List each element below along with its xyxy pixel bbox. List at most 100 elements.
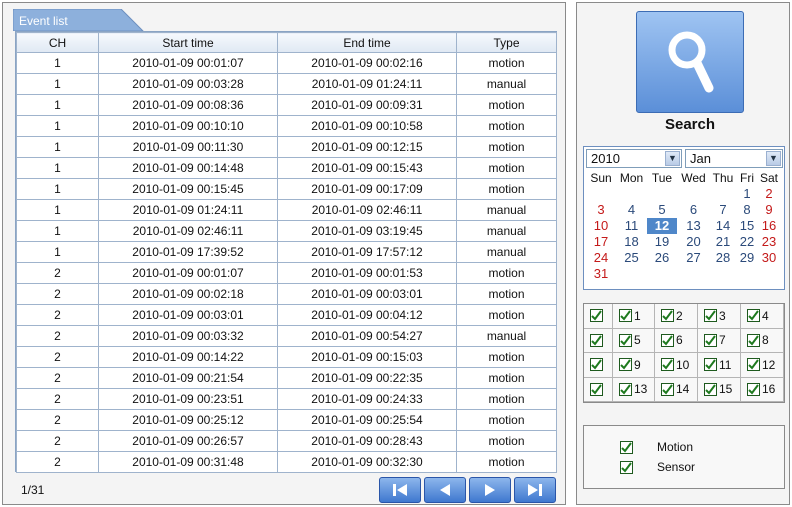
calendar-day[interactable]: 27 (677, 250, 710, 266)
channel-toggle[interactable]: 4 (741, 304, 784, 329)
channel-toggle[interactable]: 15 (698, 377, 741, 402)
channel-toggle[interactable]: 7 (698, 328, 741, 353)
calendar-day[interactable]: 13 (677, 218, 710, 234)
channel-checkbox[interactable] (661, 309, 674, 323)
calendar-day[interactable]: 10 (586, 218, 616, 234)
calendar-day[interactable]: 28 (710, 250, 736, 266)
channel-checkbox[interactable] (619, 382, 632, 396)
channel-checkbox[interactable] (704, 309, 717, 323)
last-page-button[interactable] (514, 477, 556, 503)
table-row[interactable]: 2 2010-01-09 00:21:54 2010-01-09 00:22:35 m… (16, 367, 557, 389)
calendar-day[interactable]: 12 (647, 218, 677, 234)
column-header-end-time[interactable]: End time (277, 32, 457, 53)
column-header-type[interactable]: Type (456, 32, 557, 53)
year-select[interactable]: 2010 ▼ (586, 149, 682, 168)
channel-checkbox[interactable] (747, 382, 760, 396)
channel-checkbox[interactable] (747, 358, 760, 372)
channel-toggle[interactable]: 6 (655, 328, 698, 353)
previous-page-button[interactable] (424, 477, 466, 503)
motion-checkbox[interactable] (620, 440, 633, 454)
row-select-all-checkbox[interactable] (590, 382, 603, 396)
table-row[interactable]: 1 2010-01-09 00:11:30 2010-01-09 00:12:15 m… (16, 136, 557, 158)
table-row[interactable]: 2 2010-01-09 00:02:18 2010-01-09 00:03:01 m… (16, 283, 557, 305)
calendar-day[interactable]: 5 (647, 202, 677, 218)
row-select-all[interactable] (584, 328, 613, 353)
tab-event-list[interactable]: Event list (13, 9, 145, 31)
month-select[interactable]: Jan ▼ (685, 149, 783, 168)
sensor-checkbox[interactable] (620, 460, 633, 474)
channel-checkbox[interactable] (661, 358, 674, 372)
channel-toggle[interactable]: 8 (741, 328, 784, 353)
channel-toggle[interactable]: 11 (698, 353, 741, 378)
channel-toggle[interactable]: 16 (741, 377, 784, 402)
channel-toggle[interactable]: 1 (613, 304, 655, 329)
channel-toggle[interactable]: 10 (655, 353, 698, 378)
row-select-all[interactable] (584, 377, 613, 402)
channel-checkbox[interactable] (747, 333, 760, 347)
table-row[interactable]: 2 2010-01-09 00:31:48 2010-01-09 00:32:30 m… (16, 451, 557, 473)
calendar-day[interactable]: 30 (758, 250, 780, 266)
table-row[interactable]: 1 2010-01-09 00:03:28 2010-01-09 01:24:11 m… (16, 73, 557, 95)
column-header-start-time[interactable]: Start time (98, 32, 278, 53)
calendar-day[interactable]: 15 (736, 218, 758, 234)
table-row[interactable]: 1 2010-01-09 17:39:52 2010-01-09 17:57:12 m… (16, 241, 557, 263)
sensor-filter[interactable]: Sensor (620, 460, 695, 474)
table-row[interactable]: 1 2010-01-09 02:46:11 2010-01-09 03:19:45 m… (16, 220, 557, 242)
calendar-day[interactable]: 23 (758, 234, 780, 250)
calendar-day[interactable]: 2 (758, 186, 780, 202)
calendar-day[interactable]: 16 (758, 218, 780, 234)
calendar-day[interactable]: 29 (736, 250, 758, 266)
column-header-ch[interactable]: CH (16, 32, 99, 53)
calendar-day[interactable]: 11 (616, 218, 647, 234)
calendar-day[interactable]: 7 (710, 202, 736, 218)
channel-checkbox[interactable] (704, 382, 717, 396)
channel-checkbox[interactable] (619, 309, 632, 323)
calendar-day[interactable]: 18 (616, 234, 647, 250)
calendar-day[interactable]: 14 (710, 218, 736, 234)
table-row[interactable]: 2 2010-01-09 00:03:01 2010-01-09 00:04:12 m… (16, 304, 557, 326)
table-row[interactable]: 1 2010-01-09 00:08:36 2010-01-09 00:09:31 m… (16, 94, 557, 116)
table-row[interactable]: 2 2010-01-09 00:03:32 2010-01-09 00:54:27 m… (16, 325, 557, 347)
table-row[interactable]: 2 2010-01-09 00:25:12 2010-01-09 00:25:54 m… (16, 409, 557, 431)
calendar-day[interactable]: 22 (736, 234, 758, 250)
calendar-day[interactable]: 3 (586, 202, 616, 218)
table-row[interactable]: 1 2010-01-09 00:15:45 2010-01-09 00:17:09 m… (16, 178, 557, 200)
first-page-button[interactable] (379, 477, 421, 503)
row-select-all-checkbox[interactable] (590, 309, 603, 323)
table-row[interactable]: 2 2010-01-09 00:26:57 2010-01-09 00:28:43 m… (16, 430, 557, 452)
channel-toggle[interactable]: 2 (655, 304, 698, 329)
calendar-day[interactable]: 20 (677, 234, 710, 250)
row-select-all[interactable] (584, 304, 613, 329)
row-select-all-checkbox[interactable] (590, 358, 603, 372)
channel-toggle[interactable]: 9 (613, 353, 655, 378)
calendar-day[interactable]: 9 (758, 202, 780, 218)
channel-checkbox[interactable] (661, 382, 674, 396)
calendar-day[interactable]: 24 (586, 250, 616, 266)
calendar-day[interactable]: 19 (647, 234, 677, 250)
calendar-day[interactable]: 1 (736, 186, 758, 202)
next-page-button[interactable] (469, 477, 511, 503)
row-select-all-checkbox[interactable] (590, 333, 603, 347)
channel-toggle[interactable]: 13 (613, 377, 655, 402)
table-row[interactable]: 1 2010-01-09 01:24:11 2010-01-09 02:46:11 m… (16, 199, 557, 221)
calendar-day[interactable]: 6 (677, 202, 710, 218)
table-row[interactable]: 2 2010-01-09 00:23:51 2010-01-09 00:24:33 m… (16, 388, 557, 410)
table-row[interactable]: 2 2010-01-09 00:01:07 2010-01-09 00:01:53 m… (16, 262, 557, 284)
channel-checkbox[interactable] (704, 333, 717, 347)
channel-toggle[interactable]: 3 (698, 304, 741, 329)
calendar-day[interactable]: 26 (647, 250, 677, 266)
table-row[interactable]: 1 2010-01-09 00:10:10 2010-01-09 00:10:58 m… (16, 115, 557, 137)
channel-checkbox[interactable] (619, 358, 632, 372)
channel-toggle[interactable]: 14 (655, 377, 698, 402)
table-row[interactable]: 1 2010-01-09 00:01:07 2010-01-09 00:02:16 m… (16, 52, 557, 74)
calendar-day[interactable]: 31 (586, 266, 616, 282)
channel-checkbox[interactable] (704, 358, 717, 372)
channel-checkbox[interactable] (661, 333, 674, 347)
search-button[interactable] (636, 11, 744, 113)
channel-checkbox[interactable] (747, 309, 760, 323)
channel-toggle[interactable]: 5 (613, 328, 655, 353)
calendar-day[interactable]: 21 (710, 234, 736, 250)
table-row[interactable]: 2 2010-01-09 00:14:22 2010-01-09 00:15:03 m… (16, 346, 557, 368)
row-select-all[interactable] (584, 353, 613, 378)
channel-checkbox[interactable] (619, 333, 632, 347)
